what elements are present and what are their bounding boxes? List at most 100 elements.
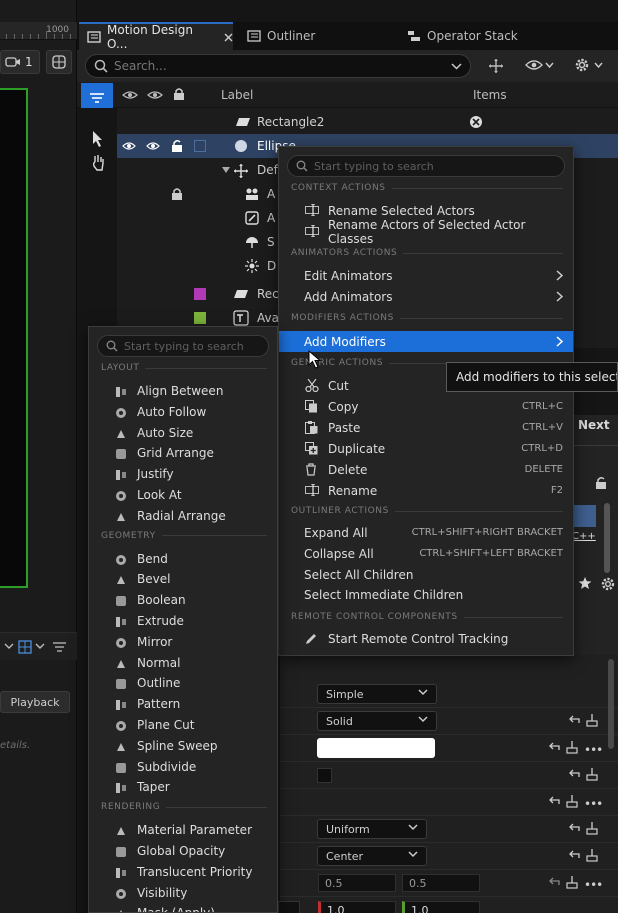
modifier-item-outline[interactable]: Outline <box>89 673 277 694</box>
playback-button[interactable]: Playback <box>0 691 70 713</box>
modifier-item-translucent-priority[interactable]: Translucent Priority <box>89 862 277 883</box>
chevron-down-icon[interactable] <box>545 62 554 69</box>
more-icon[interactable]: ••• <box>584 878 603 892</box>
modifier-item-spline-sweep[interactable]: Spline Sweep <box>89 736 277 757</box>
pin-icon[interactable] <box>566 875 578 889</box>
submenu-search-input[interactable]: Start typing to search <box>97 335 269 357</box>
column-header-items[interactable]: Items <box>473 88 507 102</box>
dropdown-partial[interactable] <box>278 901 300 913</box>
tab-operator-stack[interactable]: Operator Stack <box>399 22 549 50</box>
more-icon[interactable]: ••• <box>584 797 603 811</box>
menu-item-duplicate[interactable]: Duplicate CTRL+D <box>279 438 573 459</box>
menu-item-collapse-all[interactable]: Collapse All CTRL+SHIFT+LEFT BRACKET <box>279 543 573 564</box>
lock-icon[interactable] <box>595 476 607 490</box>
tree-row[interactable]: Rectangle2 <box>117 110 618 134</box>
chevron-down-icon[interactable] <box>451 62 462 70</box>
pin-icon[interactable] <box>566 740 578 754</box>
reset-icon[interactable] <box>568 715 580 725</box>
close-icon[interactable] <box>224 33 233 42</box>
number-field[interactable]: 0.5 <box>318 874 396 892</box>
modifier-item-justify[interactable]: Justify <box>89 464 277 485</box>
lock-icon[interactable] <box>171 187 183 201</box>
grid-button[interactable] <box>46 50 72 74</box>
gear-icon[interactable] <box>600 576 616 592</box>
chevron-down-icon[interactable] <box>35 642 45 650</box>
lock-icon[interactable] <box>173 87 185 101</box>
chevron-down-icon[interactable] <box>4 642 14 650</box>
modifier-item-mirror[interactable]: Mirror <box>89 632 277 653</box>
menu-item-rename-actor-classes[interactable]: Rename Actors of Selected Actor Classes <box>279 218 573 246</box>
menu-item-start-remote-tracking[interactable]: Start Remote Control Tracking <box>279 628 573 649</box>
property-dropdown[interactable]: Center <box>317 846 427 866</box>
modifier-item-bevel[interactable]: Bevel <box>89 569 277 590</box>
modifier-item-radial-arrange[interactable]: Radial Arrange <box>89 506 277 527</box>
visibility-editor-icon[interactable] <box>122 89 138 101</box>
number-field-y[interactable]: 1.0 <box>402 901 480 913</box>
modifier-item-mask-apply[interactable]: Mask (Apply) <box>89 903 277 912</box>
modifier-item-taper[interactable]: Taper <box>89 777 277 798</box>
modifier-item-look-at[interactable]: Look At <box>89 485 277 506</box>
tab-outliner[interactable]: Outliner <box>239 22 389 50</box>
visibility-icon[interactable] <box>146 141 160 151</box>
visibility-icon[interactable] <box>525 59 543 71</box>
filter-list-icon[interactable] <box>52 640 68 654</box>
more-icon[interactable]: ••• <box>584 743 603 757</box>
visibility-icon[interactable] <box>122 141 136 151</box>
tab-motion-design-outliner[interactable]: Motion Design O... <box>79 22 233 51</box>
property-dropdown[interactable]: Uniform <box>317 819 427 839</box>
pin-icon[interactable] <box>586 767 598 781</box>
modifier-item-auto-follow[interactable]: Auto Follow <box>89 402 277 423</box>
reset-icon[interactable] <box>548 877 560 887</box>
reset-icon[interactable] <box>568 823 580 833</box>
pin-icon[interactable] <box>586 713 598 727</box>
checkbox[interactable] <box>317 768 332 783</box>
menu-item-rename[interactable]: Rename F2 <box>279 480 573 501</box>
menu-item-edit-animators[interactable]: Edit Animators <box>279 265 573 286</box>
property-dropdown[interactable]: Simple <box>317 684 437 704</box>
reset-icon[interactable] <box>548 742 560 752</box>
modifier-items-icon[interactable] <box>469 115 483 129</box>
menu-item-expand-all[interactable]: Expand All CTRL+SHIFT+RIGHT BRACKET <box>279 522 573 543</box>
hand-tool-icon[interactable] <box>91 154 105 172</box>
number-field[interactable]: 0.5 <box>402 874 480 892</box>
number-field-x[interactable]: 1.0 <box>318 901 396 913</box>
modifier-item-material-parameter[interactable]: Material Parameter <box>89 820 277 841</box>
chevron-down-icon[interactable] <box>594 62 603 69</box>
property-dropdown[interactable]: Solid <box>317 711 437 731</box>
column-header-label[interactable]: Label <box>221 88 253 102</box>
scrollbar[interactable] <box>604 503 610 573</box>
modifier-item-bend[interactable]: Bend <box>89 549 277 570</box>
next-button[interactable]: Next <box>578 418 610 432</box>
modifier-item-plane-cut[interactable]: Plane Cut <box>89 715 277 736</box>
move-icon[interactable] <box>488 58 504 74</box>
pin-icon[interactable] <box>586 821 598 835</box>
modifier-item-align-between[interactable]: Align Between <box>89 381 277 402</box>
modifier-item-boolean[interactable]: Boolean <box>89 590 277 611</box>
scrollbar[interactable] <box>608 659 614 749</box>
menu-item-select-immediate-children[interactable]: Select Immediate Children <box>279 584 573 605</box>
star-icon[interactable] <box>578 576 592 590</box>
modifier-item-visibility[interactable]: Visibility <box>89 883 277 904</box>
modifier-item-auto-size[interactable]: Auto Size <box>89 423 277 444</box>
reset-icon[interactable] <box>568 850 580 860</box>
color-tag[interactable] <box>194 288 206 300</box>
camera-button[interactable]: 1 <box>0 50 40 74</box>
reset-icon[interactable] <box>568 769 580 779</box>
modifier-item-extrude[interactable]: Extrude <box>89 611 277 632</box>
expand-arrow-icon[interactable] <box>222 167 230 173</box>
search-input[interactable]: Search... <box>85 54 471 78</box>
gear-icon[interactable] <box>574 57 590 73</box>
visibility-render-icon[interactable] <box>147 89 163 101</box>
menu-item-paste[interactable]: Paste CTRL+V <box>279 417 573 438</box>
snap-icon[interactable] <box>18 640 32 654</box>
unlock-icon[interactable] <box>171 139 183 153</box>
menu-search-input[interactable]: Start typing to search <box>287 155 565 177</box>
color-tag[interactable] <box>194 312 206 324</box>
pin-icon[interactable] <box>586 848 598 862</box>
pin-icon[interactable] <box>566 794 578 808</box>
modifier-item-global-opacity[interactable]: Global Opacity <box>89 841 277 862</box>
reset-icon[interactable] <box>548 796 560 806</box>
menu-item-copy[interactable]: Copy CTRL+C <box>279 396 573 417</box>
menu-item-delete[interactable]: Delete DELETE <box>279 459 573 480</box>
select-tool-icon[interactable] <box>91 130 105 148</box>
